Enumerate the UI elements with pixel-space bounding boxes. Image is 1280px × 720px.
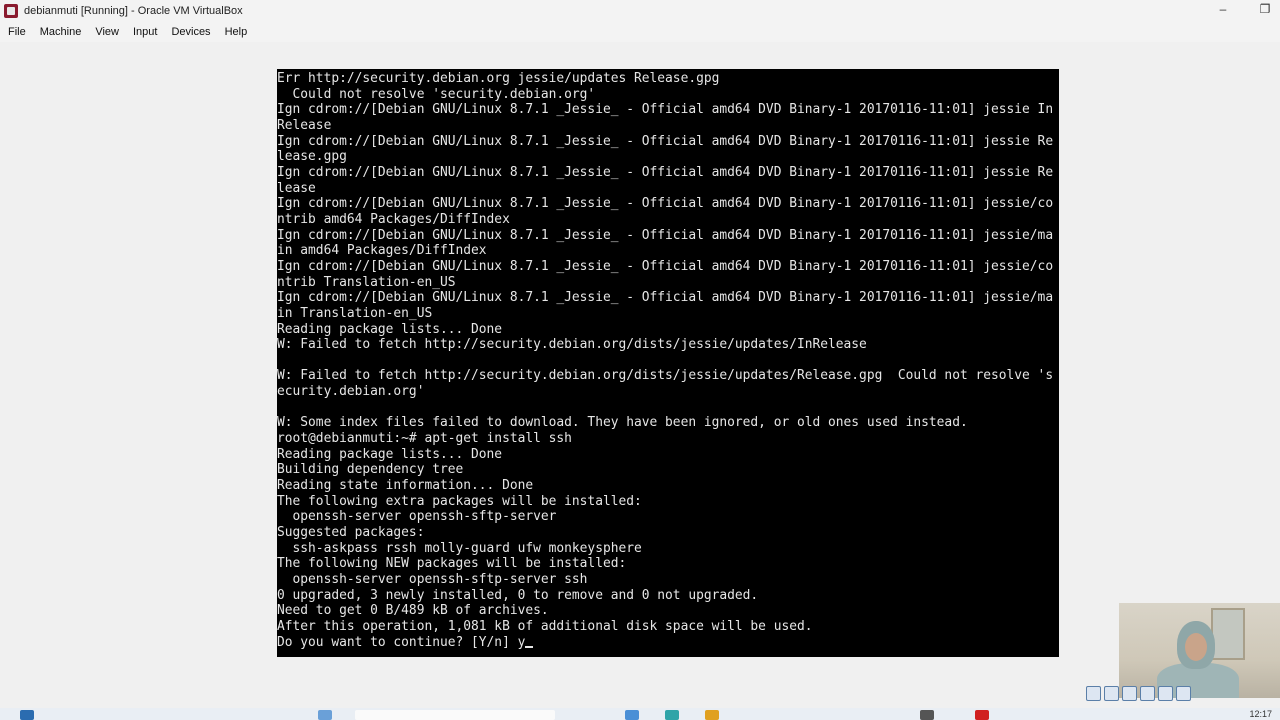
search-icon[interactable]	[318, 710, 332, 720]
audio-icon[interactable]	[1122, 686, 1137, 701]
menu-file[interactable]: File	[2, 26, 32, 38]
terminal-line: ntrib amd64 Packages/DiffIndex	[277, 211, 510, 227]
usb-icon[interactable]	[1158, 686, 1173, 701]
terminal-line: Ign cdrom://[Debian GNU/Linux 8.7.1 _Jes…	[277, 164, 1054, 180]
terminal-line: W: Some index files failed to download. …	[277, 415, 968, 431]
terminal-line: W: Failed to fetch http://security.debia…	[277, 337, 867, 353]
terminal-line: ntrib Translation-en_US	[277, 274, 456, 290]
restore-button[interactable]: ❐	[1258, 2, 1272, 16]
menu-input[interactable]: Input	[127, 26, 163, 38]
terminal-line: Ign cdrom://[Debian GNU/Linux 8.7.1 _Jes…	[277, 227, 1054, 243]
menu-machine[interactable]: Machine	[34, 26, 88, 38]
terminal-line: Reading package lists... Done	[277, 321, 503, 337]
terminal-line: Ign cdrom://[Debian GNU/Linux 8.7.1 _Jes…	[277, 133, 1054, 149]
window-title: debianmuti [Running] - Oracle VM Virtual…	[24, 5, 243, 17]
terminal-line: Ign cdrom://[Debian GNU/Linux 8.7.1 _Jes…	[277, 196, 1054, 212]
hard-disk-icon[interactable]	[1086, 686, 1101, 701]
terminal-line: openssh-server openssh-sftp-server	[277, 509, 557, 525]
terminal-line: Could not resolve 'security.debian.org'	[277, 86, 596, 102]
terminal-line: Err http://security.debian.org jessie/up…	[277, 71, 720, 86]
virtualbox-taskbar-icon[interactable]	[920, 710, 934, 720]
shared-folders-icon[interactable]	[1176, 686, 1191, 701]
title-bar: debianmuti [Running] - Oracle VM Virtual…	[0, 0, 1280, 22]
network-icon[interactable]	[1140, 686, 1155, 701]
terminal-output: Err http://security.debian.org jessie/up…	[277, 71, 1053, 650]
terminal-line: Ign cdrom://[Debian GNU/Linux 8.7.1 _Jes…	[277, 290, 1054, 306]
recorder-icon[interactable]	[975, 710, 989, 720]
terminal-line: After this operation, 1,081 kB of additi…	[277, 618, 813, 634]
menu-view[interactable]: View	[89, 26, 125, 38]
terminal-line: root@debianmuti:~# apt-get install ssh	[277, 431, 572, 447]
terminal-line: Do you want to continue? [Y/n] y	[277, 635, 1053, 651]
terminal-line: Building dependency tree	[277, 462, 464, 478]
terminal-line: 0 upgraded, 3 newly installed, 0 to remo…	[277, 587, 759, 603]
app-icon[interactable]	[625, 710, 639, 720]
start-icon[interactable]	[20, 710, 34, 720]
terminal-line: Release	[277, 117, 332, 133]
terminal-line: openssh-server openssh-sftp-server ssh	[277, 572, 588, 587]
terminal-line: Need to get 0 B/489 kB of archives.	[277, 603, 549, 619]
terminal-line: The following NEW packages will be insta…	[277, 556, 627, 572]
vm-status-bar	[1086, 686, 1191, 701]
clock: 12:17	[1249, 709, 1272, 719]
terminal-line: Ign cdrom://[Debian GNU/Linux 8.7.1 _Jes…	[277, 258, 1054, 274]
minimize-button[interactable]: –	[1216, 2, 1230, 16]
os-taskbar: 12:17	[0, 708, 1280, 720]
terminal-line: lease.gpg	[277, 149, 347, 165]
terminal-line: W: Failed to fetch http://security.debia…	[277, 368, 1054, 384]
webcam-background-window	[1211, 608, 1245, 660]
terminal-line: lease	[277, 180, 316, 196]
terminal-line: Reading package lists... Done	[277, 446, 503, 462]
vm-console[interactable]: Err http://security.debian.org jessie/up…	[277, 69, 1059, 657]
menu-devices[interactable]: Devices	[165, 26, 216, 38]
terminal-line: Suggested packages:	[277, 525, 425, 541]
webcam-person-face	[1185, 633, 1207, 661]
search-box[interactable]	[355, 710, 555, 720]
terminal-cursor	[525, 646, 534, 649]
folder-icon[interactable]	[705, 710, 719, 720]
window-controls: – ❐	[1216, 2, 1272, 16]
terminal-line: The following extra packages will be ins…	[277, 493, 642, 509]
virtualbox-icon	[4, 4, 18, 18]
browser-icon[interactable]	[665, 710, 679, 720]
terminal-line: Reading state information... Done	[277, 478, 534, 494]
menu-help[interactable]: Help	[219, 26, 254, 38]
terminal-line: ssh-askpass rssh molly-guard ufw monkeys…	[277, 540, 642, 556]
menu-bar: File Machine View Input Devices Help	[0, 22, 1280, 42]
optical-drive-icon[interactable]	[1104, 686, 1119, 701]
webcam-overlay	[1119, 603, 1280, 698]
terminal-line: in amd64 Packages/DiffIndex	[277, 243, 487, 259]
terminal-line: in Translation-en_US	[277, 305, 433, 321]
terminal-line: Ign cdrom://[Debian GNU/Linux 8.7.1 _Jes…	[277, 102, 1054, 118]
terminal-line: ecurity.debian.org'	[277, 384, 425, 400]
